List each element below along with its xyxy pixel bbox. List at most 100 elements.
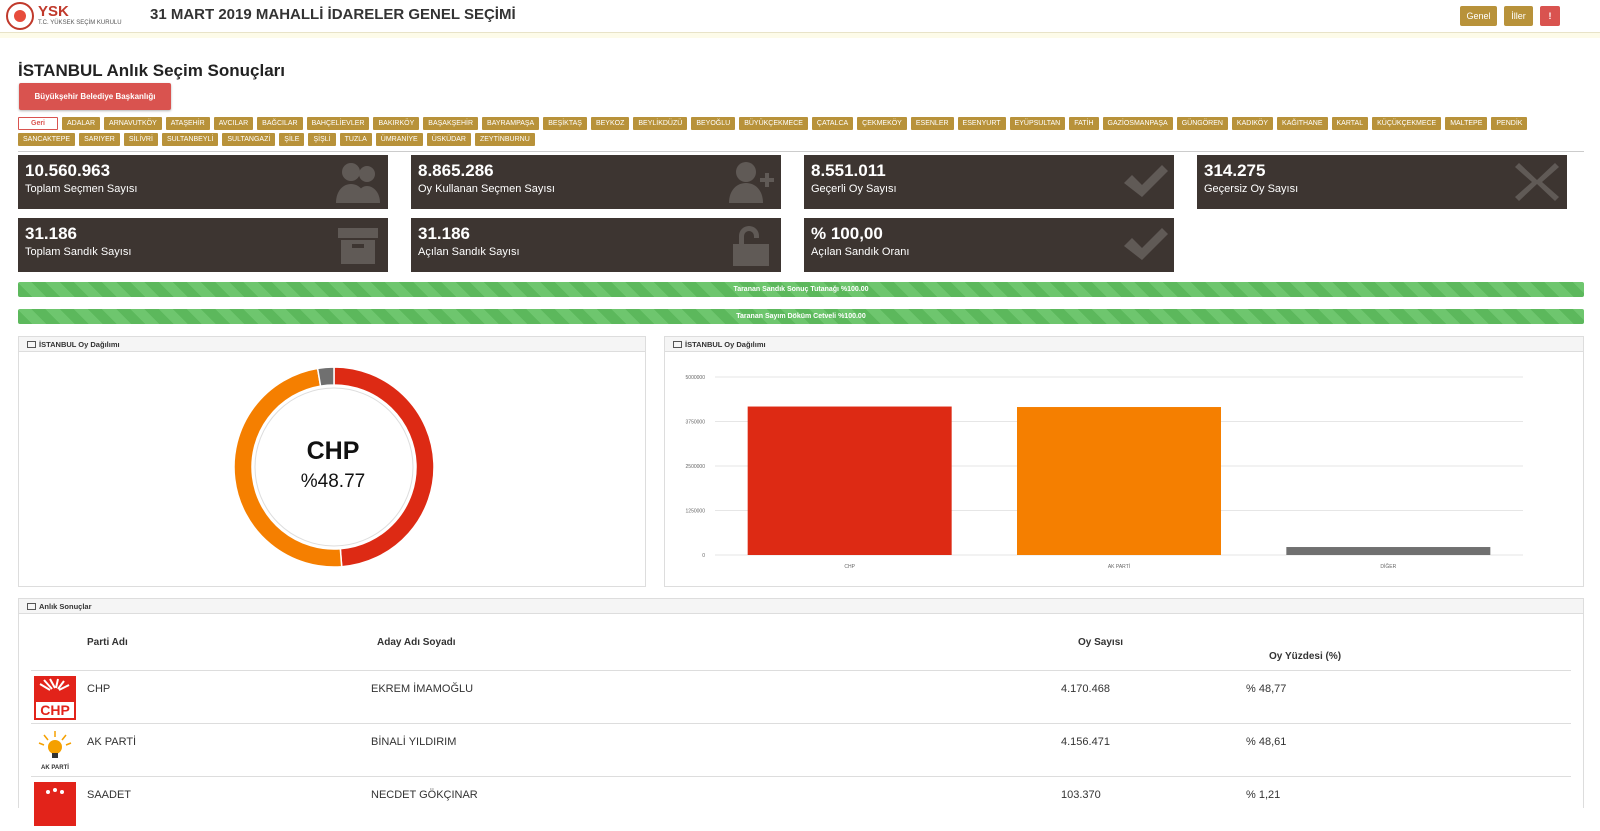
stat-tile: 314.275 Geçersiz Oy Sayısı xyxy=(1197,155,1567,209)
district-button[interactable]: ŞİLE xyxy=(279,133,305,146)
party-logo: CHP xyxy=(34,676,76,720)
district-button[interactable]: BAŞAKŞEHİR xyxy=(423,117,479,130)
archive-icon xyxy=(334,222,382,268)
district-button[interactable]: BEYLİKDÜZÜ xyxy=(633,117,688,130)
svg-text:CHP: CHP xyxy=(40,702,70,718)
district-button[interactable]: BAĞCILAR xyxy=(257,117,303,130)
genel-button[interactable]: Genel xyxy=(1460,6,1497,26)
notice-strip xyxy=(0,33,1600,38)
district-button[interactable]: AVCILAR xyxy=(213,117,254,130)
district-button[interactable]: KAĞITHANE xyxy=(1277,117,1328,130)
candidate-name: EKREM İMAMOĞLU xyxy=(371,683,474,695)
stat-tile: 8.865.286 Oy Kullanan Seçmen Sayısı xyxy=(411,155,781,209)
district-button[interactable]: EYÜPSULTAN xyxy=(1009,117,1066,130)
logo-text: YSK xyxy=(38,3,69,20)
bar-ak-parti̇[interactable] xyxy=(1017,407,1221,555)
district-button[interactable]: SARIYER xyxy=(79,133,120,146)
district-button[interactable]: SANCAKTEPE xyxy=(18,133,76,146)
district-button[interactable]: ZEYTİNBURNU xyxy=(474,133,535,146)
unlock-icon xyxy=(727,222,775,268)
y-tick-label: 2500000 xyxy=(686,464,706,470)
results-title: Anlık Sonuçlar xyxy=(39,602,92,611)
stat-value: 8.865.286 xyxy=(418,161,494,180)
district-button[interactable]: GAZİOSMANPAŞA xyxy=(1102,117,1173,130)
district-button[interactable]: ESENLER xyxy=(910,117,954,130)
stat-label: Açılan Sandık Oranı xyxy=(811,246,910,258)
bar-chart-panel: İSTANBUL Oy Dağılımı 5000000 3750000 25000… xyxy=(664,336,1584,587)
stat-label: Açılan Sandık Sayısı xyxy=(418,246,520,258)
district-button[interactable]: TUZLA xyxy=(339,133,372,146)
party-column-header: Parti Adı xyxy=(87,637,128,648)
district-button[interactable]: KADIKÖY xyxy=(1231,117,1274,130)
donut-slice-di̇ğer[interactable] xyxy=(316,366,335,387)
stat-value: 8.551.011 xyxy=(811,161,886,180)
district-button[interactable]: ÜMRANİYE xyxy=(375,133,423,146)
district-button[interactable]: ÜSKÜDAR xyxy=(426,133,471,146)
donut-center-party: CHP xyxy=(306,437,360,465)
district-button[interactable]: SULTANBEYLİ xyxy=(161,133,219,146)
results-panel: Anlık Sonuçlar Parti Adı Aday Adı Soyadı… xyxy=(18,598,1584,826)
stat-label: Geçersiz Oy Sayısı xyxy=(1204,183,1299,195)
district-button[interactable]: BAHÇELİEVLER xyxy=(306,117,370,130)
district-button[interactable]: KARTAL xyxy=(1331,117,1369,130)
results-panel-header: Anlık Sonuçlar xyxy=(19,599,1583,614)
district-button[interactable]: BAKIRKÖY xyxy=(373,117,420,130)
district-button[interactable]: ADALAR xyxy=(62,117,101,130)
table-row: AK PARTİ AK PARTİ BİNALİ YILDIRIM 4.156.471… xyxy=(31,723,1571,776)
party-name: SAADET xyxy=(87,789,132,801)
candidate-column-header: Aday Adı Soyadı xyxy=(377,637,456,648)
district-button[interactable]: PENDİK xyxy=(1491,117,1528,130)
donut-slice-chp[interactable] xyxy=(333,366,435,568)
district-button[interactable]: ESENYURT xyxy=(957,117,1006,130)
district-button[interactable]: ÇEKMEKÖY xyxy=(857,117,907,130)
district-button[interactable]: BEŞİKTAŞ xyxy=(543,117,587,130)
stat-label: Toplam Sandık Sayısı xyxy=(25,246,132,258)
ysk-logo[interactable]: YSK T.C. YÜKSEK SEÇİM KURULU xyxy=(6,2,126,30)
district-button[interactable]: SULTANGAZİ xyxy=(222,133,276,146)
district-button[interactable]: BÜYÜKÇEKMECE xyxy=(739,117,808,130)
district-button[interactable]: ARNAVUTKÖY xyxy=(104,117,162,130)
page-title: İSTANBUL Anlık Seçim Sonuçları xyxy=(18,61,286,80)
vote-percent: % 48,61 xyxy=(1246,736,1287,748)
stat-tile: 10.560.963 Toplam Seçmen Sayısı xyxy=(18,155,388,209)
stat-value: 31.186 xyxy=(418,224,470,243)
iller-button[interactable]: İller xyxy=(1504,6,1533,26)
district-button[interactable]: ŞİŞLİ xyxy=(308,133,336,146)
x-icon xyxy=(1513,159,1561,205)
top-bar: YSK T.C. YÜKSEK SEÇİM KURULU 31 MART 201… xyxy=(0,0,1600,33)
bar-chp[interactable] xyxy=(747,406,952,555)
check-icon xyxy=(1120,222,1168,268)
back-button[interactable]: Geri xyxy=(18,117,59,130)
ysk-seal-icon xyxy=(6,2,34,30)
stat-tile: 8.551.011 Geçerli Oy Sayısı xyxy=(804,155,1174,209)
donut-slice-ak-parti̇[interactable] xyxy=(233,367,343,568)
cetvel-progress-bar: Taranan Sayım Döküm Cetveli %100.00 xyxy=(18,309,1584,324)
alert-button[interactable]: ! xyxy=(1540,6,1560,26)
district-button[interactable]: BAYRAMPAŞA xyxy=(482,117,540,130)
stat-value: 31.186 xyxy=(25,224,77,243)
chart-icon xyxy=(673,341,682,348)
stat-label: Oy Kullanan Seçmen Sayısı xyxy=(418,183,555,195)
y-tick-label: 1250000 xyxy=(686,509,706,515)
district-button[interactable]: SİLİVRİ xyxy=(123,133,158,146)
svg-text:AK PARTİ: AK PARTİ xyxy=(41,764,69,771)
stat-value: 10.560.963 xyxy=(25,161,111,180)
votes-column-header: Oy Sayısı xyxy=(1078,637,1124,648)
divider xyxy=(18,151,1584,152)
district-button[interactable]: ÇATALCA xyxy=(811,117,854,130)
district-button[interactable]: KÜÇÜKÇEKMECE xyxy=(1372,117,1442,130)
district-button[interactable]: FATİH xyxy=(1069,117,1099,130)
district-button[interactable]: ATAŞEHİR xyxy=(165,117,210,130)
district-button[interactable]: BEYKOZ xyxy=(590,117,630,130)
vote-count: 4.156.471 xyxy=(1061,736,1110,748)
donut-panel-header: İSTANBUL Oy Dağılımı xyxy=(19,337,645,352)
bar-panel-header: İSTANBUL Oy Dağılımı xyxy=(665,337,1583,352)
y-tick-label: 0 xyxy=(702,553,705,559)
x-tick-label: CHP xyxy=(844,564,855,570)
election-type-button[interactable]: Büyükşehir Belediye Başkanlığı xyxy=(19,83,171,110)
district-button[interactable]: BEYOĞLU xyxy=(691,117,736,130)
district-button[interactable]: MALTEPE xyxy=(1445,117,1488,130)
bar-di̇ğer[interactable] xyxy=(1286,547,1491,555)
district-button[interactable]: GÜNGÖREN xyxy=(1176,117,1228,130)
donut-chart xyxy=(233,366,435,568)
